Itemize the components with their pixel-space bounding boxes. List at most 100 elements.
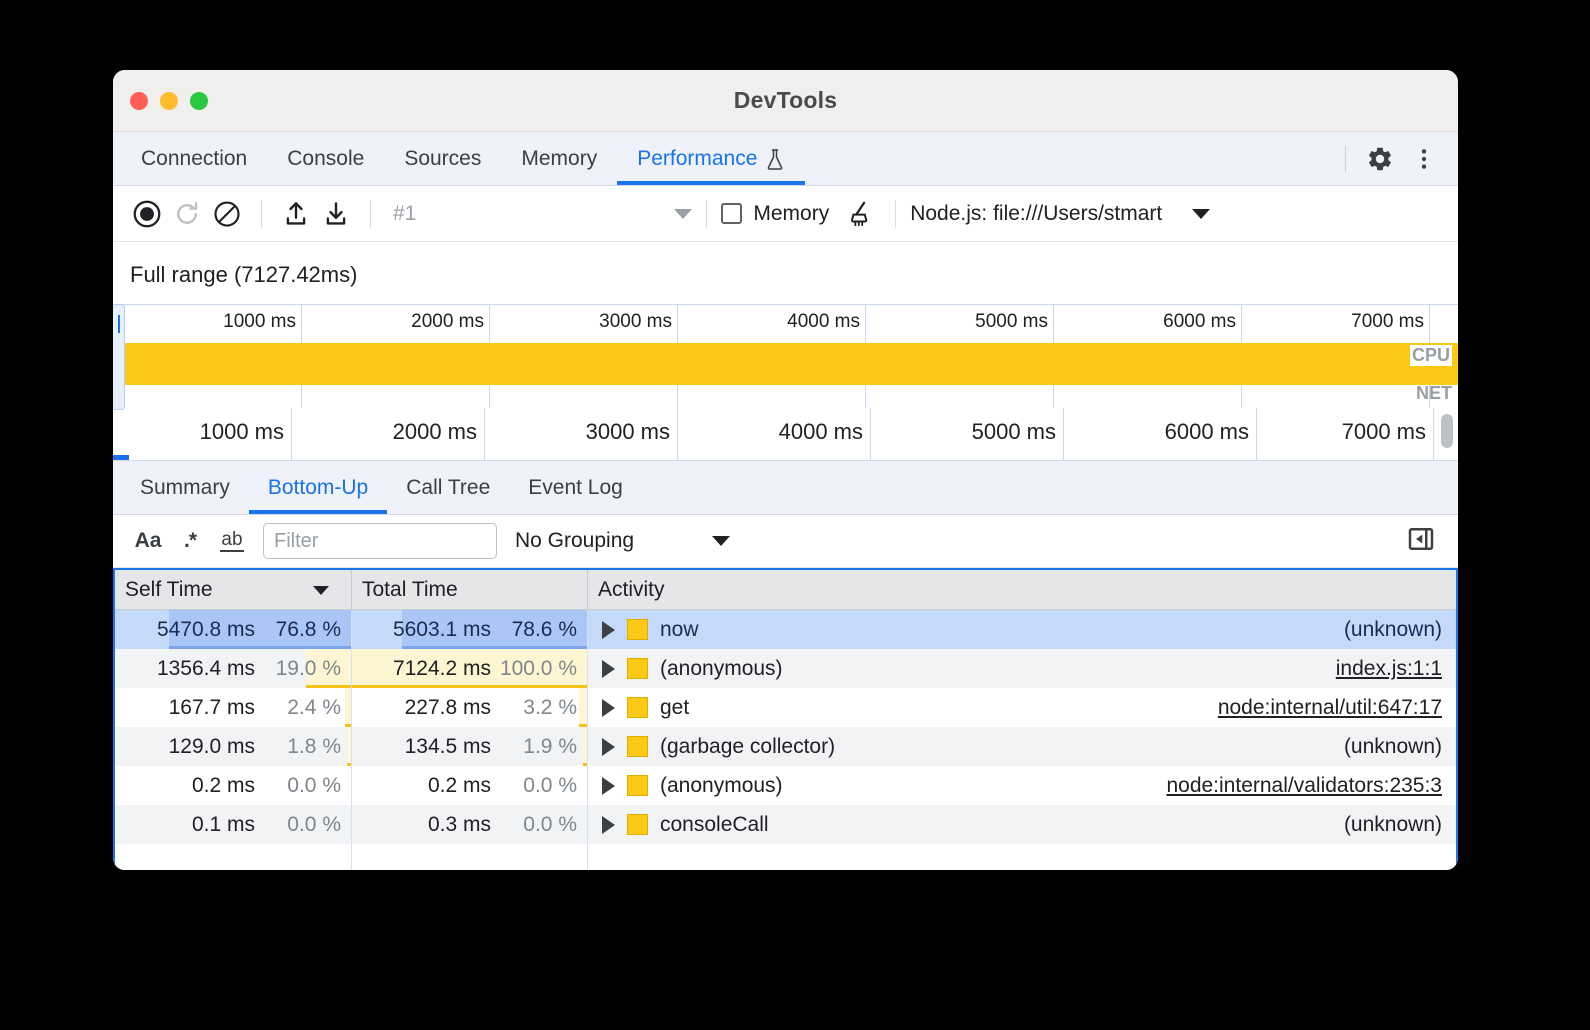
ruler-tick-label: 3000 ms [586,419,670,445]
subtab-call-tree[interactable]: Call Tree [387,461,509,514]
table-row[interactable]: 1356.4 ms19.0 %7124.2 ms100.0 %(anonymou… [115,649,1456,688]
range-selection-handle-left[interactable] [113,304,125,410]
memory-checkbox[interactable]: Memory [721,202,829,226]
expand-triangle-icon[interactable] [602,699,615,717]
match-case-icon: Aa [135,529,162,553]
expand-triangle-icon[interactable] [602,777,615,795]
grid-cell: 7124.2 ms100.0 % [352,649,588,688]
recording-target-caret[interactable] [1192,209,1210,219]
ruler-tick-label: 2000 ms [411,311,484,333]
self-time-value: 1356.4 ms [157,657,255,681]
source-unknown-label: (unknown) [1344,813,1456,837]
subtab-event-log[interactable]: Event Log [509,461,642,514]
tab-performance[interactable]: Performance [617,132,805,185]
column-header-activity[interactable]: Activity [588,570,1456,609]
net-track-label: NET [1416,383,1452,404]
match-whole-word-button[interactable]: ab [211,520,253,562]
panel-tab-strip: Connection Console Sources Memory Perfor… [113,132,1458,186]
ruler-tick-label: 5000 ms [972,419,1056,445]
whole-word-icon: ab [220,530,243,552]
total-time-percent: 100.0 % [491,657,587,681]
record-button[interactable] [127,194,167,234]
grid-cell: 0.2 ms0.0 % [115,766,352,805]
reload-icon [172,199,202,229]
source-link[interactable]: node:internal/util:647:17 [1218,696,1456,720]
divider [706,200,707,228]
tab-sources[interactable]: Sources [384,132,501,185]
ruler-tick-label: 1000 ms [223,311,296,333]
filter-input[interactable] [263,523,497,559]
table-row[interactable]: 129.0 ms1.8 %134.5 ms1.9 %(garbage colle… [115,727,1456,766]
self-time-percent: 0.0 % [255,813,351,837]
grid-header-row: Self Time Total Time Activity [115,570,1456,610]
memory-label: Memory [753,202,829,226]
collect-garbage-button[interactable] [841,194,881,234]
category-color-swatch [627,619,648,640]
timeline-overview: Full range (7127.42ms) 1000 ms 2000 ms 3… [113,242,1458,461]
recording-selector-caret[interactable] [674,209,692,219]
source-unknown-label: (unknown) [1344,618,1456,642]
tab-console[interactable]: Console [267,132,384,185]
use-regex-button[interactable]: .* [169,520,211,562]
cpu-usage-bar [113,343,1458,385]
sidebar-toggle-button[interactable] [1406,524,1436,559]
self-time-percent: 0.0 % [255,774,351,798]
total-time-percent: 0.0 % [491,813,587,837]
settings-button[interactable] [1360,139,1400,179]
expand-triangle-icon[interactable] [602,816,615,834]
sort-descending-icon [313,586,329,595]
recording-selector-label[interactable]: #1 [393,202,416,226]
expand-triangle-icon[interactable] [602,621,615,639]
activity-cell: (anonymous)index.js:1:1 [588,649,1456,688]
column-header-total-time[interactable]: Total Time [352,570,588,609]
vertical-scrollbar-thumb[interactable] [1441,414,1453,448]
subtab-bottom-up[interactable]: Bottom-Up [249,461,387,514]
grouping-select-label[interactable]: No Grouping [515,529,634,553]
table-row[interactable]: 5470.8 ms76.8 %5603.1 ms78.6 %now(unknow… [115,610,1456,649]
flask-icon [765,148,785,170]
table-row[interactable]: 167.7 ms2.4 %227.8 ms3.2 %getnode:intern… [115,688,1456,727]
ruler-tick-label: 3000 ms [599,311,672,333]
activity-name: (anonymous) [660,774,783,798]
tab-label: Sources [404,147,481,171]
more-options-button[interactable] [1404,139,1444,179]
selection-marker [113,455,129,460]
overview-ruler-and-tracks[interactable]: 1000 ms 2000 ms 3000 ms 4000 ms 5000 ms … [113,304,1458,408]
self-time-value: 5470.8 ms [157,618,255,642]
tab-label: Console [287,147,364,171]
activity-name: (garbage collector) [660,735,835,759]
match-case-button[interactable]: Aa [127,520,169,562]
cpu-track: CPU [113,343,1458,385]
subtab-label: Bottom-Up [268,476,368,500]
expand-triangle-icon[interactable] [602,660,615,678]
tab-label: Connection [141,147,247,171]
total-time-value: 7124.2 ms [393,657,491,681]
subtab-summary[interactable]: Summary [121,461,249,514]
source-link[interactable]: index.js:1:1 [1336,657,1456,681]
tab-memory[interactable]: Memory [501,132,617,185]
column-header-self-time[interactable]: Self Time [115,570,352,609]
source-link[interactable]: node:internal/validators:235:3 [1166,774,1456,798]
chevron-down-icon[interactable] [712,536,730,546]
load-profile-button[interactable] [276,194,316,234]
tab-label: Performance [637,147,757,171]
save-profile-button[interactable] [316,194,356,234]
download-icon [321,199,351,229]
table-row[interactable]: 0.1 ms0.0 %0.3 ms0.0 %consoleCall(unknow… [115,805,1456,844]
timeline-ruler-bottom[interactable]: 1000 ms 2000 ms 3000 ms 4000 ms 5000 ms … [113,408,1458,461]
ruler-tick-label: 7000 ms [1342,419,1426,445]
table-row[interactable]: 0.2 ms0.0 %0.2 ms0.0 %(anonymous)node:in… [115,766,1456,805]
grid-cell: 167.7 ms2.4 % [115,688,352,727]
category-color-swatch [627,697,648,718]
expand-triangle-icon[interactable] [602,738,615,756]
recording-target-label[interactable]: Node.js: file:///Users/stmart [910,202,1162,226]
window-title: DevTools [113,87,1458,114]
full-range-label: Full range (7127.42ms) [113,242,1458,304]
self-time-percent: 19.0 % [255,657,351,681]
total-time-value: 0.3 ms [428,813,491,837]
self-time-value: 129.0 ms [169,735,255,759]
tab-connection[interactable]: Connection [121,132,267,185]
grid-cell: 129.0 ms1.8 % [115,727,352,766]
reload-and-record-button[interactable] [167,194,207,234]
clear-recording-button[interactable] [207,194,247,234]
